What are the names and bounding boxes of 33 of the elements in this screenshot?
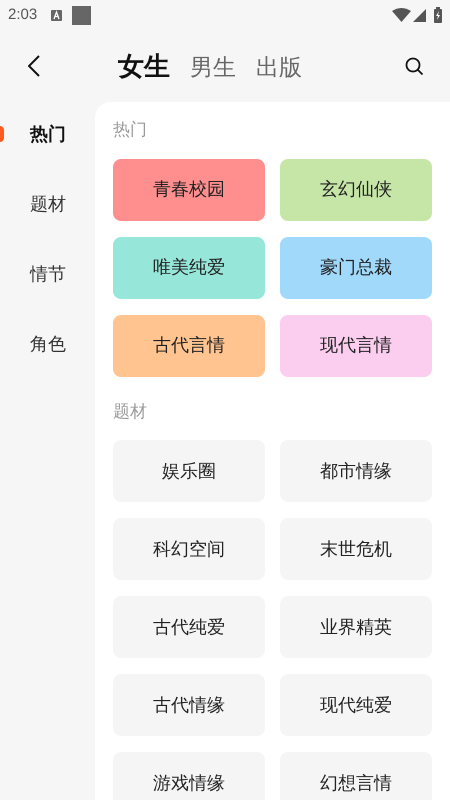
square-icon [72,6,92,24]
genre-tile[interactable]: 青春校园 [113,158,265,220]
back-icon[interactable] [28,55,40,77]
sidebar-item[interactable]: 情节 [30,262,66,286]
genre-tile[interactable]: 现代纯爱 [280,674,432,736]
genre-tile[interactable]: 古代言情 [113,314,265,376]
status-time: 2:03 [8,4,38,25]
sidebar-item[interactable]: 角色 [30,332,66,356]
genre-tile[interactable]: 幻想言情 [280,752,432,800]
genre-tile[interactable]: 古代纯爱 [113,596,265,658]
section-title: 热门 [113,119,148,141]
search-icon[interactable] [405,56,424,76]
category-tab[interactable]: 出版 [256,56,302,79]
category-tab[interactable]: 女生 [118,53,170,79]
category-tab[interactable]: 男生 [190,56,236,79]
genre-tile[interactable]: 末世危机 [280,518,432,580]
genre-tile[interactable]: 都市情缘 [280,440,432,502]
genre-tile[interactable]: 科幻空间 [113,518,265,580]
genre-tile[interactable]: 现代言情 [280,314,432,376]
sidebar-item[interactable]: 题材 [30,192,66,216]
signal-icon [413,8,426,22]
genre-tile[interactable]: 古代情缘 [113,674,265,736]
genre-tile[interactable]: 游戏情缘 [113,752,265,800]
section-title: 题材 [113,400,148,422]
genre-tile[interactable]: 娱乐圈 [113,440,265,502]
genre-tile[interactable]: 豪门总裁 [280,236,432,298]
sidebar-item[interactable]: 热门 [30,122,66,146]
genre-tile[interactable]: 玄幻仙侠 [280,158,432,220]
genre-tile[interactable]: 唯美纯爱 [113,236,265,298]
battery-icon [434,7,442,23]
genre-tile[interactable]: 业界精英 [280,596,432,658]
wifi-icon [392,8,411,22]
notification-icon [51,10,62,20]
